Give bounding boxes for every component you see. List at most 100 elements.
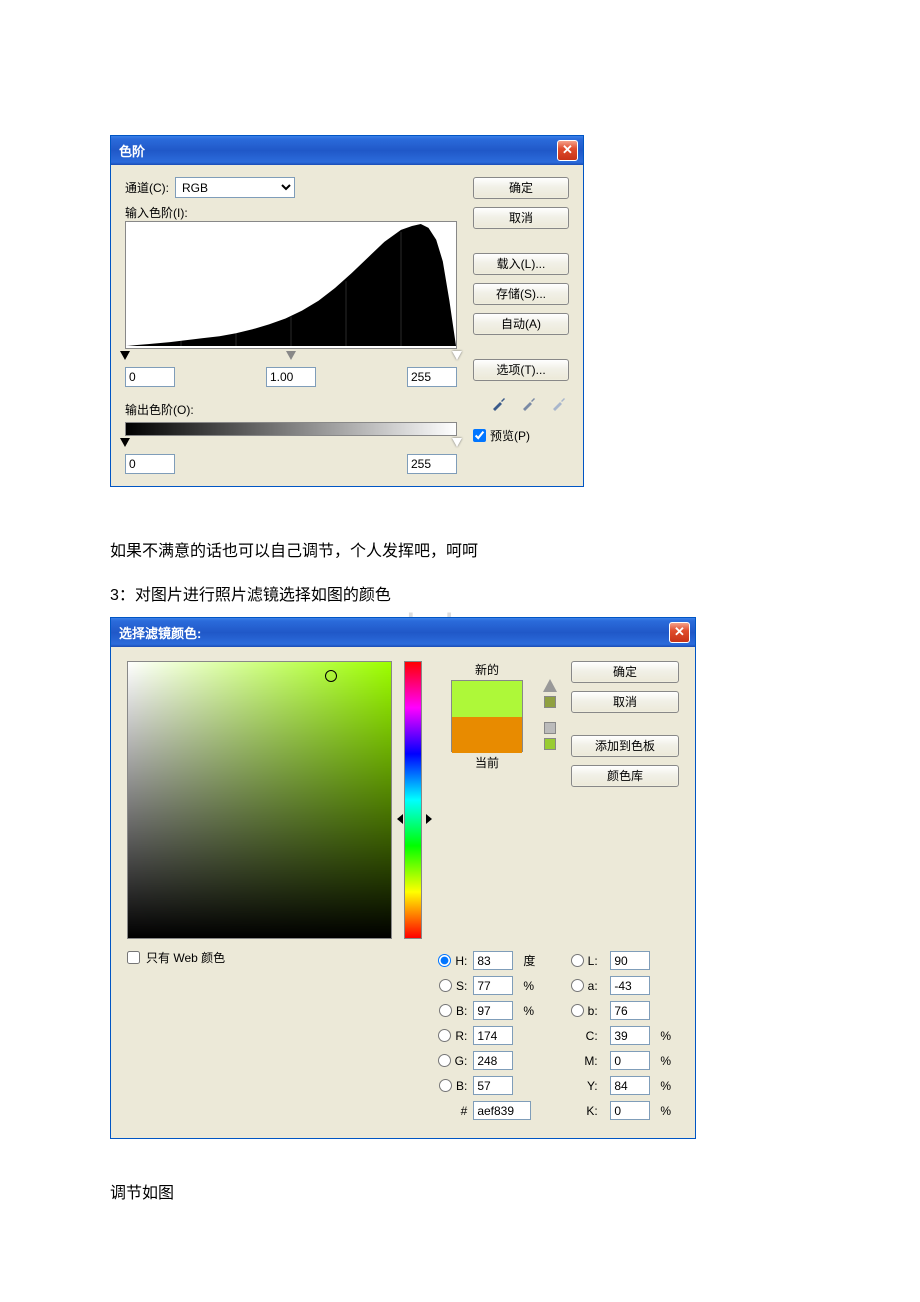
channel-label: 通道(C): [125, 179, 169, 196]
websafe-warning-icon[interactable] [544, 722, 556, 734]
preview-checkbox-row[interactable]: 预览(P) [473, 427, 569, 444]
input-black-slider[interactable] [120, 351, 130, 360]
b-lab-radio[interactable] [571, 1004, 584, 1017]
close-icon[interactable]: ✕ [669, 622, 690, 643]
levels-title: 色阶 [119, 141, 145, 160]
b-lab-field[interactable] [610, 1001, 650, 1020]
s-radio[interactable] [439, 979, 452, 992]
y-unit: % [660, 1079, 678, 1093]
l-field[interactable] [610, 951, 650, 970]
output-levels-label: 输出色阶(O): [125, 401, 457, 418]
r-radio[interactable] [438, 1029, 451, 1042]
b-rgb-field[interactable] [473, 1076, 513, 1095]
gamut-warning-swatch[interactable] [544, 696, 556, 708]
current-color-label: 当前 [437, 754, 537, 771]
input-slider-track[interactable] [125, 351, 457, 363]
websafe-warning-swatch[interactable] [544, 738, 556, 750]
output-white-field[interactable] [407, 454, 457, 474]
output-slider-track[interactable] [125, 438, 457, 450]
histogram [125, 221, 457, 349]
output-black-slider[interactable] [120, 438, 130, 447]
channel-select[interactable]: RGB [175, 177, 295, 198]
a-label: a: [588, 979, 598, 993]
save-button[interactable]: 存储(S)... [473, 283, 569, 305]
l-label: L: [588, 954, 598, 968]
hue-indicator-left-icon[interactable] [397, 814, 403, 824]
auto-button[interactable]: 自动(A) [473, 313, 569, 335]
bv-radio[interactable] [439, 1004, 452, 1017]
webonly-label: 只有 Web 颜色 [146, 949, 225, 966]
h-radio[interactable] [438, 954, 451, 967]
colorpicker-titlebar[interactable]: 选择滤镜颜色: ✕ [111, 618, 695, 647]
s-label: S: [456, 979, 467, 993]
color-library-button[interactable]: 颜色库 [571, 765, 679, 787]
c-unit: % [660, 1029, 678, 1043]
output-white-slider[interactable] [452, 438, 462, 447]
eyedropper-black-icon[interactable] [489, 393, 509, 413]
g-field[interactable] [473, 1051, 513, 1070]
bv-label: B: [456, 1004, 467, 1018]
output-gradient [125, 422, 457, 436]
preview-checkbox[interactable] [473, 429, 486, 442]
r-label: R: [455, 1029, 467, 1043]
add-swatch-button[interactable]: 添加到色板 [571, 735, 679, 757]
hex-field[interactable] [473, 1101, 531, 1120]
paragraph-2: 3：对图片进行照片滤镜选择如图的颜色 [110, 581, 810, 605]
b-radio[interactable] [439, 1079, 452, 1092]
output-black-field[interactable] [125, 454, 175, 474]
m-unit: % [660, 1054, 678, 1068]
b-rgb-label: B: [456, 1079, 467, 1093]
g-label: G: [455, 1054, 468, 1068]
l-radio[interactable] [571, 954, 584, 967]
paragraph-1: 如果不满意的话也可以自己调节，个人发挥吧，呵呵 [110, 537, 810, 561]
color-cursor[interactable] [325, 670, 337, 682]
webonly-row[interactable]: 只有 Web 颜色 [127, 949, 437, 966]
ok-button[interactable]: 确定 [571, 661, 679, 683]
input-white-slider[interactable] [452, 351, 462, 360]
colorpicker-dialog: 选择滤镜颜色: ✕ 新的 [110, 617, 696, 1139]
s-field[interactable] [473, 976, 513, 995]
a-field[interactable] [610, 976, 650, 995]
k-field[interactable] [610, 1101, 650, 1120]
input-gamma-field[interactable] [266, 367, 316, 387]
m-label: M: [570, 1054, 598, 1068]
h-field[interactable] [473, 951, 513, 970]
close-icon[interactable]: ✕ [557, 140, 578, 161]
color-field[interactable] [127, 661, 392, 939]
k-label: K: [570, 1104, 598, 1118]
m-field[interactable] [610, 1051, 650, 1070]
options-button[interactable]: 选项(T)... [473, 359, 569, 381]
eyedropper-gray-icon[interactable] [519, 393, 539, 413]
levels-titlebar[interactable]: 色阶 ✕ [111, 136, 583, 165]
load-button[interactable]: 载入(L)... [473, 253, 569, 275]
hue-indicator-right-icon[interactable] [426, 814, 432, 824]
c-label: C: [570, 1029, 598, 1043]
y-field[interactable] [610, 1076, 650, 1095]
ok-button[interactable]: 确定 [473, 177, 569, 199]
histogram-svg [126, 222, 456, 348]
b-lab-label: b: [588, 1004, 598, 1018]
color-preview [451, 680, 523, 752]
webonly-checkbox[interactable] [127, 951, 140, 964]
current-color-swatch[interactable] [452, 717, 522, 753]
hue-slider[interactable] [404, 661, 422, 939]
eyedropper-white-icon[interactable] [549, 393, 569, 413]
cancel-button[interactable]: 取消 [473, 207, 569, 229]
r-field[interactable] [473, 1026, 513, 1045]
s-unit: % [523, 979, 541, 993]
g-radio[interactable] [438, 1054, 451, 1067]
input-black-field[interactable] [125, 367, 175, 387]
input-white-field[interactable] [407, 367, 457, 387]
cancel-button[interactable]: 取消 [571, 691, 679, 713]
levels-dialog: 色阶 ✕ 通道(C): RGB 输入色阶(I): [110, 135, 584, 487]
h-unit: 度 [523, 952, 541, 969]
c-field[interactable] [610, 1026, 650, 1045]
new-color-label: 新的 [437, 661, 537, 678]
gamut-warning-icon[interactable] [543, 679, 557, 692]
a-radio[interactable] [571, 979, 584, 992]
h-label: H: [455, 954, 467, 968]
input-gamma-slider[interactable] [286, 351, 296, 360]
y-label: Y: [570, 1079, 598, 1093]
input-levels-label: 输入色阶(I): [125, 204, 457, 221]
bv-field[interactable] [473, 1001, 513, 1020]
